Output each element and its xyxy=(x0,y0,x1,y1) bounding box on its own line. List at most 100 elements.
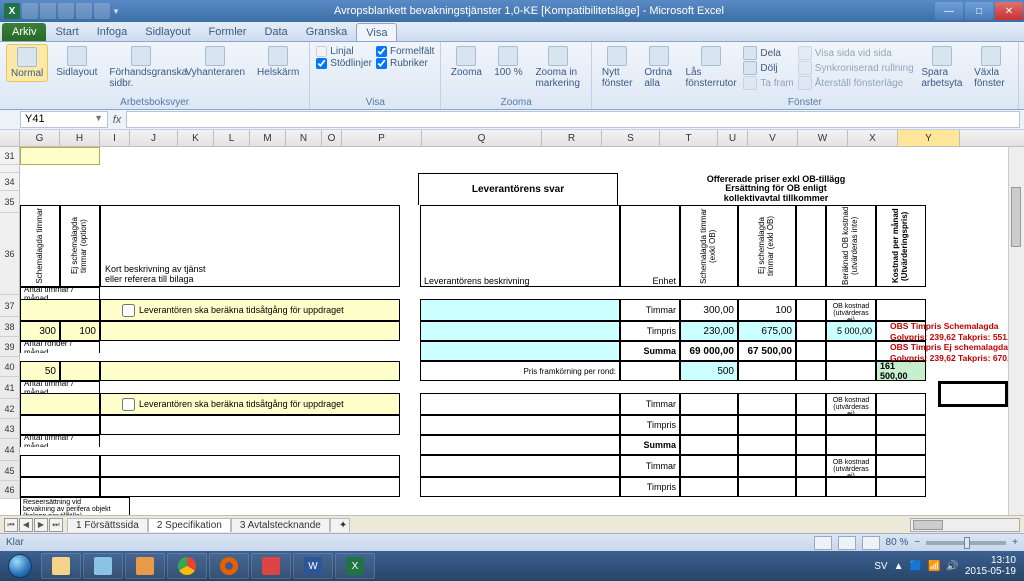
cell[interactable] xyxy=(420,477,620,497)
qat-undo-icon[interactable] xyxy=(40,3,56,19)
column-header[interactable]: J xyxy=(130,130,178,146)
calc-time-checkbox[interactable] xyxy=(122,398,135,411)
tray-volume-icon[interactable]: 🔊 xyxy=(946,561,958,572)
page-layout-button[interactable]: Sidlayout xyxy=(52,44,101,80)
column-header[interactable]: U xyxy=(718,130,748,146)
taskbar-media[interactable] xyxy=(125,553,165,579)
cell[interactable] xyxy=(100,455,400,477)
cell[interactable] xyxy=(680,455,738,477)
scrollbar-thumb[interactable] xyxy=(913,520,943,530)
horizontal-scrollbar[interactable] xyxy=(350,518,1024,532)
column-header[interactable]: W xyxy=(798,130,848,146)
cell[interactable] xyxy=(680,435,738,455)
cell[interactable] xyxy=(420,321,620,341)
input-50[interactable]: 50 xyxy=(20,361,60,381)
taskbar-app[interactable] xyxy=(251,553,291,579)
tray-flag-icon[interactable]: 🟦 xyxy=(909,561,921,572)
start-button[interactable] xyxy=(0,551,40,581)
column-header[interactable]: T xyxy=(660,130,718,146)
column-header[interactable]: R xyxy=(542,130,602,146)
vertical-scrollbar[interactable] xyxy=(1008,147,1024,515)
formula-input[interactable] xyxy=(126,111,1020,128)
checkbox-cell[interactable]: Leverantören ska beräkna tidsåtgång för … xyxy=(100,393,400,415)
cell[interactable] xyxy=(20,147,100,165)
qat-save-icon[interactable] xyxy=(22,3,38,19)
cell[interactable] xyxy=(420,455,620,477)
tab-nav-first[interactable]: ⏮ xyxy=(4,518,18,532)
cell[interactable] xyxy=(420,415,620,435)
taskbar-excel[interactable]: X xyxy=(335,553,375,579)
cell[interactable] xyxy=(20,415,100,435)
sheet-tab-1[interactable]: 1 Försättssida xyxy=(67,518,148,532)
val-5000[interactable]: 5 000,00 xyxy=(826,321,876,341)
new-window-button[interactable]: Nytt fönster xyxy=(598,44,636,91)
qat-dropdown-icon[interactable]: ▼ xyxy=(112,7,120,16)
gridlines-checkbox[interactable]: Stödlinjer xyxy=(316,58,372,69)
val-100[interactable]: 100 xyxy=(738,299,796,321)
cell[interactable] xyxy=(738,393,796,415)
sheet-tab-new[interactable]: ✦ xyxy=(330,518,350,532)
cell[interactable] xyxy=(20,477,100,497)
column-header[interactable]: M xyxy=(250,130,286,146)
column-header[interactable]: G xyxy=(20,130,60,146)
column-header[interactable]: Q xyxy=(422,130,542,146)
formula-bar-checkbox[interactable]: Formelfält xyxy=(376,46,434,57)
page-layout-view-btn[interactable] xyxy=(838,536,856,550)
cell[interactable] xyxy=(100,477,400,497)
supplier-desc-cell[interactable] xyxy=(420,299,620,321)
cell[interactable] xyxy=(100,361,400,381)
cell[interactable] xyxy=(20,455,100,477)
row-header[interactable]: 37 xyxy=(0,295,20,317)
cell[interactable] xyxy=(420,393,620,415)
cell[interactable] xyxy=(796,393,826,415)
tab-start[interactable]: Start xyxy=(46,23,87,41)
column-header[interactable]: P xyxy=(342,130,422,146)
zoom-button[interactable]: Zooma xyxy=(447,44,485,80)
zoom-in-button[interactable]: + xyxy=(1012,537,1018,548)
cell[interactable] xyxy=(100,321,400,341)
input-100[interactable]: 100 xyxy=(60,321,100,341)
unhide-button[interactable]: Ta fram xyxy=(743,76,793,90)
worksheet-grid[interactable]: 3134353637383940414243444546 Leverantöre… xyxy=(0,147,1024,515)
cell[interactable] xyxy=(826,435,876,455)
cell[interactable] xyxy=(738,435,796,455)
tray-network-icon[interactable]: 📶 xyxy=(928,561,940,572)
tab-formler[interactable]: Formler xyxy=(200,23,256,41)
cell[interactable] xyxy=(796,299,826,321)
zoom-out-button[interactable]: − xyxy=(914,537,920,548)
cell[interactable] xyxy=(20,393,100,415)
cell[interactable] xyxy=(620,361,680,381)
cell[interactable] xyxy=(876,455,926,477)
zoom-selection-button[interactable]: Zooma in markering xyxy=(531,44,585,91)
row-header[interactable] xyxy=(0,165,20,173)
cell[interactable] xyxy=(876,415,926,435)
cell[interactable] xyxy=(826,361,876,381)
cell[interactable] xyxy=(796,321,826,341)
cell[interactable] xyxy=(680,393,738,415)
column-header[interactable]: I xyxy=(100,130,130,146)
side-by-side-button[interactable]: Visa sida vid sida xyxy=(798,46,914,60)
page-break-view-btn[interactable] xyxy=(862,536,880,550)
taskbar-explorer[interactable] xyxy=(41,553,81,579)
column-header[interactable]: V xyxy=(748,130,798,146)
cell[interactable] xyxy=(420,435,620,455)
fullscreen-button[interactable]: Helskärm xyxy=(253,44,303,80)
minimize-button[interactable]: — xyxy=(935,2,963,20)
cell[interactable] xyxy=(876,435,926,455)
row-header[interactable]: 38 xyxy=(0,317,20,337)
name-box[interactable]: Y41▼ xyxy=(20,111,108,128)
tray-chevron-icon[interactable]: ▲ xyxy=(894,561,904,572)
file-tab[interactable]: Arkiv xyxy=(2,23,46,41)
tab-infoga[interactable]: Infoga xyxy=(88,23,137,41)
qat-redo-icon[interactable] xyxy=(58,3,74,19)
checkbox-cell[interactable]: Leverantören ska beräkna tidsåtgång för … xyxy=(100,299,400,321)
taskbar-library[interactable] xyxy=(83,553,123,579)
qat-btn[interactable] xyxy=(76,3,92,19)
cell[interactable] xyxy=(876,393,926,415)
row-header[interactable]: 41 xyxy=(0,377,20,399)
tab-granska[interactable]: Granska xyxy=(297,23,357,41)
cell[interactable] xyxy=(796,341,826,361)
cell[interactable] xyxy=(680,477,738,497)
input-300[interactable]: 300 xyxy=(20,321,60,341)
row-header[interactable]: 34 xyxy=(0,173,20,191)
